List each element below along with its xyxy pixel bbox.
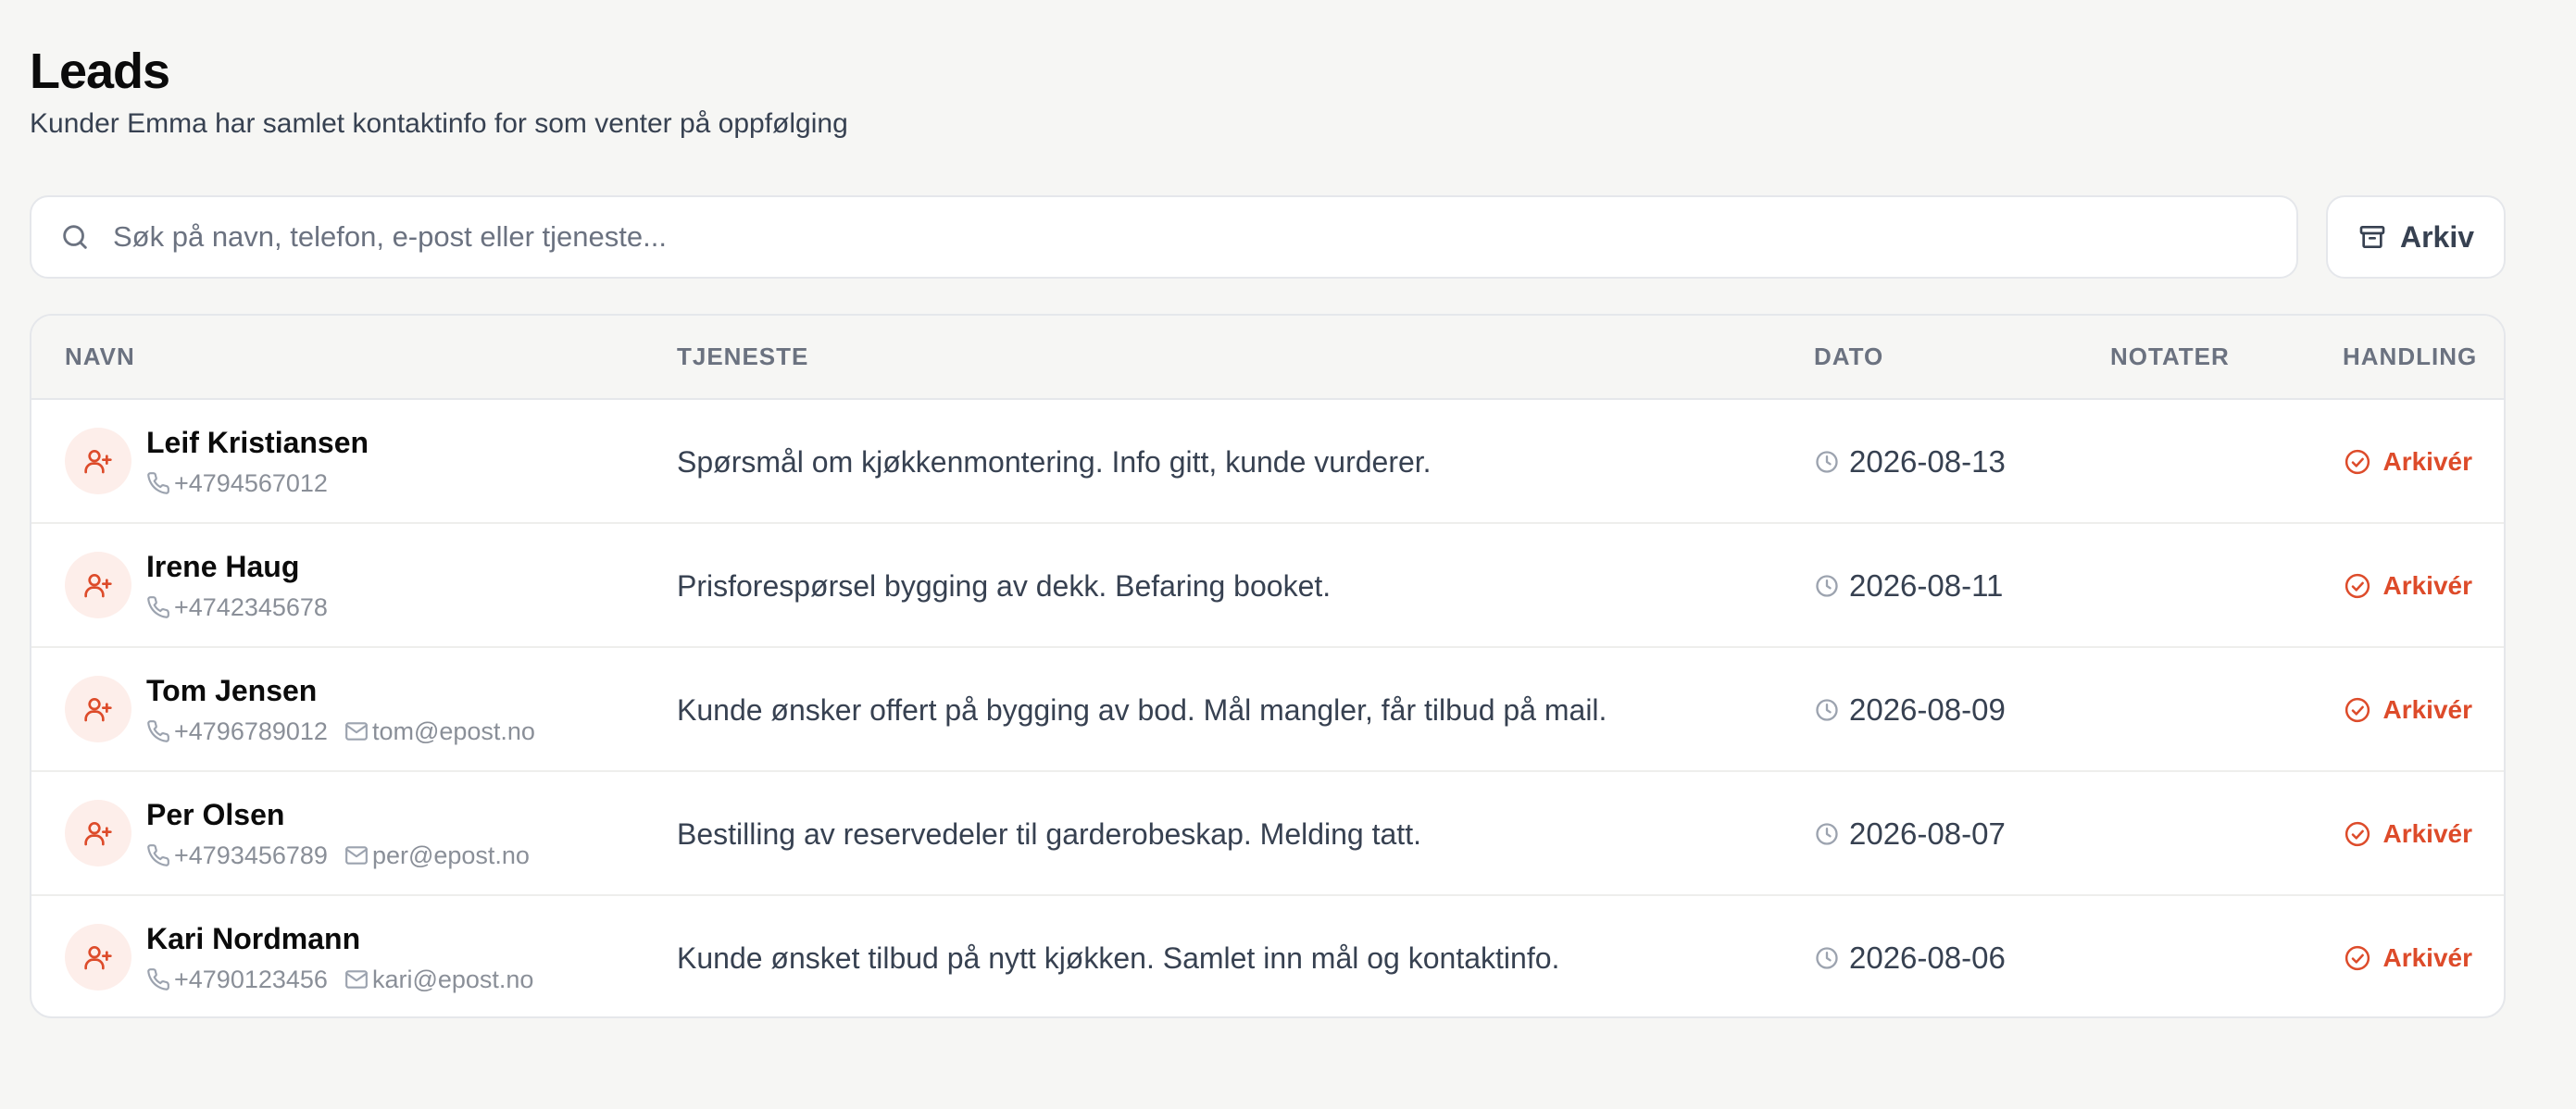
archive-lead-label: Arkivér <box>2382 819 2472 848</box>
leads-table: NAVN TJENESTE DATO NOTATER HANDLING Leif… <box>30 314 2506 1018</box>
lead-name[interactable]: Tom Jensen <box>146 672 317 709</box>
table-row[interactable]: Irene Haug +4742345678 Prisforespørsel b… <box>31 524 2504 648</box>
archive-lead-button[interactable]: Arkivér <box>2344 772 2472 896</box>
lead-service: Bestilling av reservedeler til garderobe… <box>677 817 1421 851</box>
lead-contact: +4742345678 <box>146 591 328 624</box>
search-box[interactable] <box>30 195 2298 279</box>
page-subtitle: Kunder Emma har samlet kontaktinfo for s… <box>30 108 848 139</box>
lead-phone[interactable]: +4796789012 <box>174 715 328 748</box>
archive-button-label: Arkiv <box>2399 219 2475 254</box>
lead-contact: +4793456789 per@epost.no <box>146 839 530 872</box>
phone-icon <box>146 843 170 867</box>
table-row[interactable]: Kari Nordmann +4790123456 kari@epost.no … <box>31 896 2504 1016</box>
lead-email[interactable]: kari@epost.no <box>372 963 534 996</box>
archive-box-icon <box>2357 222 2387 252</box>
check-circle-icon <box>2344 696 2371 724</box>
lead-service: Spørsmål om kjøkkenmontering. Info gitt,… <box>677 445 1432 479</box>
lead-phone[interactable]: +4793456789 <box>174 839 328 872</box>
phone-icon <box>146 719 170 743</box>
leads-page: Leads Kunder Emma har samlet kontaktinfo… <box>0 0 2576 1109</box>
lead-email[interactable]: tom@epost.no <box>372 715 535 748</box>
user-plus-icon <box>65 428 131 494</box>
lead-date-value: 2026-08-13 <box>1849 444 2006 479</box>
mail-icon <box>344 843 369 867</box>
user-plus-icon <box>65 676 131 742</box>
lead-date: 2026-08-11 <box>1814 524 2003 648</box>
lead-date: 2026-08-06 <box>1814 896 2006 1016</box>
column-header-notater[interactable]: NOTATER <box>2110 316 2230 398</box>
column-header-handling: HANDLING <box>2343 343 2478 370</box>
page-title: Leads <box>30 44 170 99</box>
archive-lead-button[interactable]: Arkivér <box>2344 400 2472 524</box>
phone-icon <box>146 471 170 495</box>
lead-email-wrap: per@epost.no <box>344 839 530 872</box>
lead-email-wrap: kari@epost.no <box>344 963 534 996</box>
column-header-tjeneste[interactable]: TJENESTE <box>677 316 808 398</box>
lead-phone[interactable]: +4794567012 <box>174 467 328 500</box>
archive-lead-label: Arkivér <box>2382 943 2472 972</box>
lead-name[interactable]: Per Olsen <box>146 796 284 833</box>
phone-icon <box>146 595 170 619</box>
lead-email-wrap: tom@epost.no <box>344 715 535 748</box>
archive-lead-label: Arkivér <box>2382 695 2472 724</box>
lead-date-value: 2026-08-11 <box>1849 568 2004 603</box>
check-circle-icon <box>2344 820 2371 848</box>
phone-icon <box>146 967 170 991</box>
user-plus-icon <box>65 800 131 866</box>
lead-date: 2026-08-07 <box>1814 772 2006 896</box>
check-circle-icon <box>2344 944 2371 972</box>
clock-icon <box>1814 945 1840 971</box>
lead-contact: +4796789012 tom@epost.no <box>146 715 535 748</box>
archive-lead-button[interactable]: Arkivér <box>2344 648 2472 772</box>
archive-lead-label: Arkivér <box>2382 571 2472 600</box>
lead-phone[interactable]: +4790123456 <box>174 963 328 996</box>
column-header-navn[interactable]: NAVN <box>65 316 135 398</box>
archive-lead-button[interactable]: Arkivér <box>2344 524 2472 648</box>
mail-icon <box>344 719 369 743</box>
check-circle-icon <box>2344 572 2371 600</box>
user-plus-icon <box>65 552 131 618</box>
clock-icon <box>1814 697 1840 723</box>
lead-service: Kunde ønsket tilbud på nytt kjøkken. Sam… <box>677 941 1560 975</box>
archive-lead-button[interactable]: Arkivér <box>2344 896 2472 1016</box>
clock-icon <box>1814 821 1840 847</box>
lead-service: Kunde ønsker offert på bygging av bod. M… <box>677 693 1607 727</box>
lead-service: Prisforespørsel bygging av dekk. Befarin… <box>677 569 1332 603</box>
table-body: Leif Kristiansen +4794567012 Spørsmål om… <box>31 400 2504 1016</box>
lead-contact: +4790123456 kari@epost.no <box>146 963 533 996</box>
lead-phone[interactable]: +4742345678 <box>174 591 328 624</box>
column-header-dato[interactable]: DATO <box>1814 316 1883 398</box>
archive-lead-label: Arkivér <box>2382 447 2472 476</box>
check-circle-icon <box>2344 448 2371 476</box>
lead-name[interactable]: Leif Kristiansen <box>146 424 369 461</box>
table-header: NAVN TJENESTE DATO NOTATER HANDLING <box>31 316 2504 400</box>
lead-date: 2026-08-13 <box>1814 400 2006 524</box>
mail-icon <box>344 967 369 991</box>
clock-icon <box>1814 449 1840 475</box>
search-icon <box>59 221 91 253</box>
lead-date-value: 2026-08-06 <box>1849 941 2006 975</box>
table-row[interactable]: Tom Jensen +4796789012 tom@epost.no Kund… <box>31 648 2504 772</box>
lead-name[interactable]: Kari Nordmann <box>146 920 360 957</box>
clock-icon <box>1814 573 1840 599</box>
lead-email[interactable]: per@epost.no <box>372 839 530 872</box>
lead-date-value: 2026-08-07 <box>1849 816 2006 851</box>
lead-name[interactable]: Irene Haug <box>146 548 299 585</box>
archive-button[interactable]: Arkiv <box>2326 195 2506 279</box>
lead-date-value: 2026-08-09 <box>1849 692 2006 727</box>
lead-date: 2026-08-09 <box>1814 648 2006 772</box>
lead-contact: +4794567012 <box>146 467 328 500</box>
table-row[interactable]: Per Olsen +4793456789 per@epost.no Besti… <box>31 772 2504 896</box>
user-plus-icon <box>65 924 131 991</box>
search-input[interactable] <box>113 200 2296 274</box>
table-row[interactable]: Leif Kristiansen +4794567012 Spørsmål om… <box>31 400 2504 524</box>
